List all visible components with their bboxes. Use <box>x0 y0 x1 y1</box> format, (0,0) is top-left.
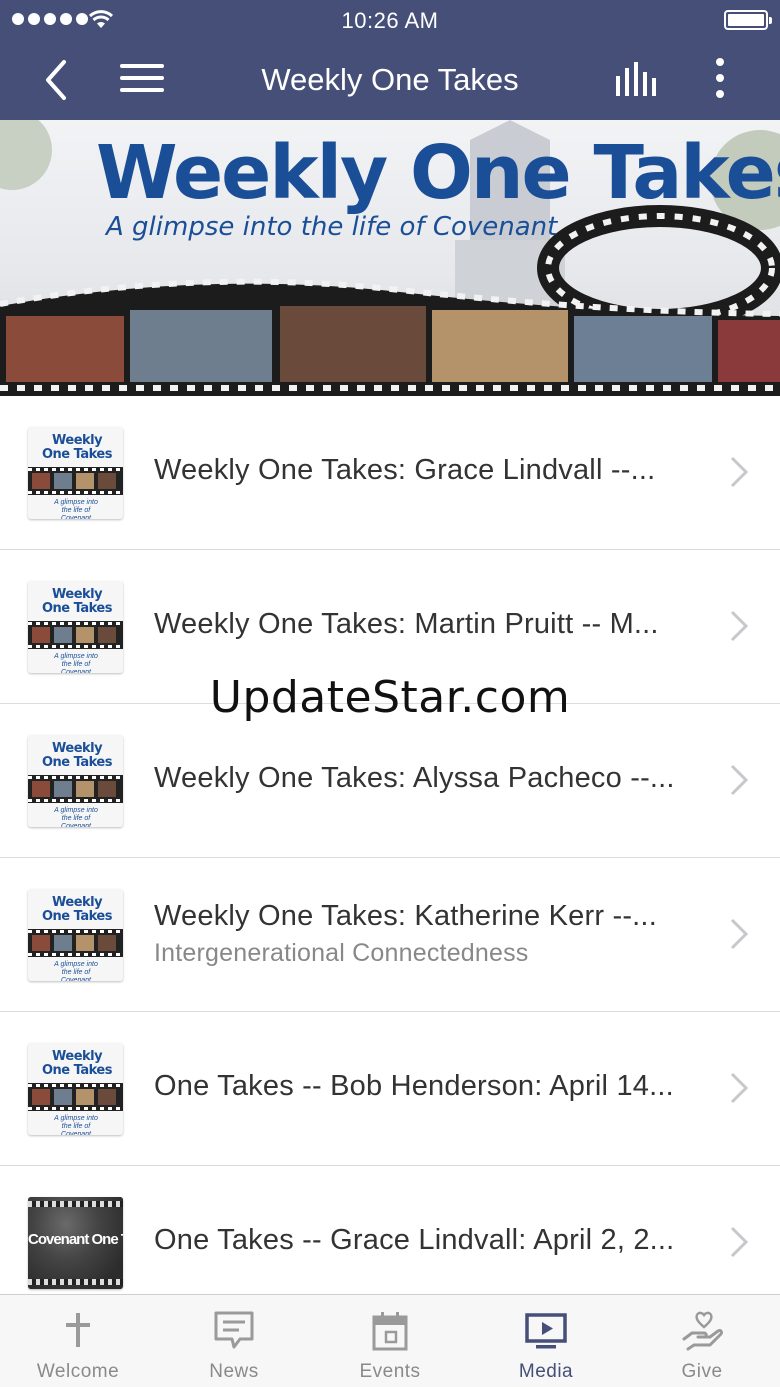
header-banner: Weekly One Takes A glimpse into the life… <box>0 120 780 396</box>
tab-label: Give <box>681 1361 723 1382</box>
thumb-film-strip <box>28 929 123 957</box>
item-thumbnail: Weekly One Takes A glimpse into the life… <box>28 581 123 673</box>
tab-news[interactable]: News <box>156 1295 312 1387</box>
thumb-caption: A glimpse into the life of Covenant <box>54 961 98 981</box>
thumb-film-strip <box>28 775 123 803</box>
thumb-caption: A glimpse into the life of Covenant <box>54 1115 98 1135</box>
watermark-text: UpdateStar.com <box>209 672 571 723</box>
speech-bubble-icon <box>214 1311 254 1349</box>
thumb-dark-title: Covenant One Takes <box>28 1231 123 1248</box>
thumb-film-edge <box>28 1201 123 1207</box>
item-title: Weekly One Takes: Martin Pruitt -- M... <box>154 608 659 640</box>
list-item[interactable]: Weekly One Takes A glimpse into the life… <box>0 858 780 1012</box>
chevron-right-icon <box>730 764 749 796</box>
item-subtitle: Intergenerational Connectedness <box>154 939 529 967</box>
thumb-film-strip <box>28 1083 123 1111</box>
thumb-line2: One Takes <box>42 909 112 924</box>
audio-bars-icon[interactable] <box>612 60 662 100</box>
status-time: 10:26 AM <box>341 8 439 33</box>
tab-label: Welcome <box>36 1361 120 1382</box>
item-text: One Takes -- Bob Henderson: April 14... <box>154 1070 709 1103</box>
media-list: Weekly One Takes A glimpse into the life… <box>0 396 780 1294</box>
item-text: Weekly One Takes: Katherine Kerr --... I… <box>154 900 709 968</box>
item-thumbnail: Weekly One Takes A glimpse into the life… <box>28 735 123 827</box>
cross-icon <box>66 1313 90 1347</box>
tab-welcome[interactable]: Welcome <box>0 1295 156 1387</box>
page-title: Weekly One Takes <box>261 62 519 97</box>
item-text: Weekly One Takes: Martin Pruitt -- M... <box>154 608 709 641</box>
item-title: Weekly One Takes: Grace Lindvall --... <box>154 454 656 486</box>
thumb-line1: Weekly <box>52 895 103 910</box>
thumb-film-strip <box>28 621 123 649</box>
hand-heart-icon <box>682 1311 723 1351</box>
banner-title: Weekly One Takes <box>96 130 780 216</box>
thumb-line1: Weekly <box>52 587 103 602</box>
thumb-film-edge <box>28 1279 123 1285</box>
item-thumbnail: Weekly One Takes A glimpse into the life… <box>28 1043 123 1135</box>
item-text: Weekly One Takes: Alyssa Pacheco --... <box>154 762 709 795</box>
thumb-film-strip <box>28 467 123 495</box>
item-title: One Takes -- Grace Lindvall: April 2, 2.… <box>154 1224 675 1256</box>
thumb-line2: One Takes <box>42 447 112 462</box>
tab-media[interactable]: Media <box>468 1295 624 1387</box>
item-title: Weekly One Takes: Alyssa Pacheco --... <box>154 762 675 794</box>
tab-label: Events <box>359 1361 421 1382</box>
list-item[interactable]: Weekly One Takes A glimpse into the life… <box>0 396 780 550</box>
thumb-caption: A glimpse into the life of Covenant <box>54 499 98 519</box>
item-thumbnail: Covenant One Takes <box>28 1197 123 1289</box>
thumb-line1: Weekly <box>52 433 103 448</box>
list-item[interactable]: Weekly One Takes A glimpse into the life… <box>0 704 780 858</box>
tab-events[interactable]: Events <box>312 1295 468 1387</box>
item-thumbnail: Weekly One Takes A glimpse into the life… <box>28 889 123 981</box>
chevron-right-icon <box>730 610 749 642</box>
tv-play-icon <box>525 1313 567 1349</box>
calendar-icon <box>372 1312 408 1351</box>
banner-subtitle: A glimpse into the life of Covenant <box>106 212 558 242</box>
tab-label: News <box>209 1361 259 1382</box>
item-text: One Takes -- Grace Lindvall: April 2, 2.… <box>154 1224 709 1257</box>
status-bar: 10:26 AM <box>0 0 780 40</box>
thumb-line2: One Takes <box>42 1063 112 1078</box>
tab-bar: Welcome News Events Media Give <box>0 1294 780 1387</box>
item-text: Weekly One Takes: Grace Lindvall --... <box>154 454 709 487</box>
tab-give[interactable]: Give <box>624 1295 780 1387</box>
chevron-right-icon <box>730 1072 749 1104</box>
list-item[interactable]: Weekly One Takes A glimpse into the life… <box>0 1012 780 1166</box>
thumb-caption: A glimpse into the life of Covenant <box>54 653 98 673</box>
thumb-line2: One Takes <box>42 755 112 770</box>
list-item[interactable]: Covenant One Takes One Takes -- Grace Li… <box>0 1166 780 1294</box>
thumb-line1: Weekly <box>52 1049 103 1064</box>
item-thumbnail: Weekly One Takes A glimpse into the life… <box>28 427 123 519</box>
thumb-caption: A glimpse into the life of Covenant <box>54 807 98 827</box>
chevron-right-icon <box>730 918 749 950</box>
nav-bar: Weekly One Takes <box>0 40 780 120</box>
chevron-right-icon <box>730 456 749 488</box>
item-title: Weekly One Takes: Katherine Kerr --... <box>154 900 657 932</box>
more-options-icon[interactable] <box>708 58 732 102</box>
tab-label: Media <box>518 1361 574 1382</box>
item-title: One Takes -- Bob Henderson: April 14... <box>154 1070 674 1102</box>
chevron-right-icon <box>730 1226 749 1258</box>
thumb-line1: Weekly <box>52 741 103 756</box>
thumb-line2: One Takes <box>42 601 112 616</box>
battery-icon <box>724 10 772 30</box>
